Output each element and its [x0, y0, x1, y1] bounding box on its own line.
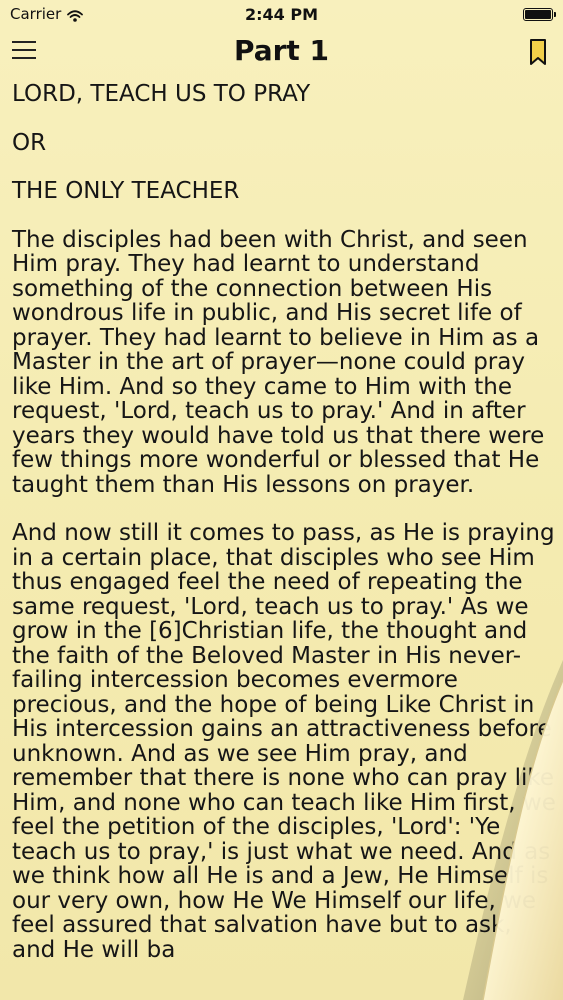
content-paragraph-2: And now still it comes to pass, as He is… — [12, 520, 556, 963]
wifi-icon — [67, 8, 84, 22]
navigation-bar: Part 1 — [0, 28, 563, 76]
bookmark-icon[interactable] — [529, 38, 547, 66]
status-time: 2:44 PM — [244, 4, 318, 24]
carrier-label: Carrier — [10, 5, 62, 23]
status-left: Carrier — [10, 5, 84, 23]
content-heading-3: THE ONLY TEACHER — [12, 178, 240, 204]
menu-icon[interactable] — [12, 41, 36, 61]
content-paragraph-1: The disciples had been with Christ, and … — [12, 226, 545, 498]
content-heading-2: OR — [12, 129, 47, 156]
battery-icon — [523, 7, 556, 21]
page-title: Part 1 — [233, 34, 330, 67]
reading-content: LORD, TEACH US TO PRAY OR THE ONLY TEACH… — [12, 82, 557, 986]
status-bar: Carrier 2:44 PM — [0, 0, 563, 28]
content-heading-1: LORD, TEACH US TO PRAY — [12, 81, 311, 107]
